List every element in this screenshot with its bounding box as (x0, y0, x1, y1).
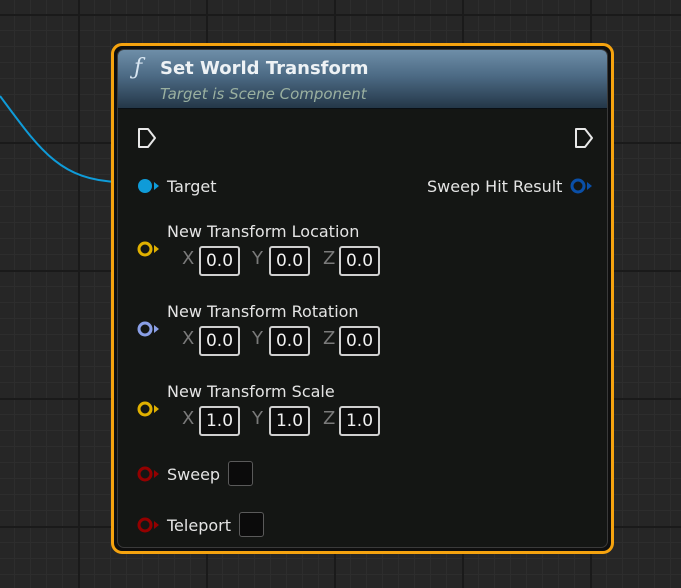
teleport-pin-icon[interactable] (136, 516, 162, 534)
teleport-checkbox[interactable] (239, 512, 264, 537)
scale-y-label: Y (252, 408, 263, 429)
exec-in-pin-icon[interactable] (137, 127, 157, 149)
location-pin-icon[interactable] (136, 240, 162, 258)
rotation-x-label: X (182, 328, 195, 349)
sweep-hit-result-pin-label: Sweep Hit Result (427, 177, 563, 196)
rotation-y-field[interactable]: 0.0 (269, 326, 310, 356)
location-z-field[interactable]: 0.0 (339, 246, 380, 276)
rotation-z-label: Z (323, 328, 336, 349)
scale-z-label: Z (323, 408, 336, 429)
scale-pin-icon[interactable] (136, 400, 162, 418)
teleport-pin-label: Teleport (167, 516, 231, 535)
location-pin-label: New Transform Location (167, 222, 360, 241)
node-subtitle: Target is Scene Component (160, 85, 367, 103)
location-y-label: Y (252, 248, 263, 269)
function-icon: ƒ (134, 55, 143, 80)
location-z-label: Z (323, 248, 336, 269)
sweep-pin-icon[interactable] (136, 465, 162, 483)
exec-out-pin-icon[interactable] (574, 127, 594, 149)
sweep-checkbox[interactable] (228, 461, 253, 486)
rotation-z-field[interactable]: 0.0 (339, 326, 380, 356)
rotation-pin-label: New Transform Rotation (167, 302, 359, 321)
node-body: ƒ Set World Transform Target is Scene Co… (117, 49, 608, 548)
location-x-label: X (182, 248, 195, 269)
scale-pin-label: New Transform Scale (167, 382, 335, 401)
blueprint-node-set-world-transform[interactable]: ƒ Set World Transform Target is Scene Co… (111, 43, 614, 554)
scale-y-field[interactable]: 1.0 (269, 406, 310, 436)
sweep-hit-result-pin-icon[interactable] (569, 177, 595, 195)
node-header[interactable]: ƒ Set World Transform Target is Scene Co… (118, 50, 607, 109)
sweep-pin-label: Sweep (167, 465, 221, 484)
target-pin-icon[interactable] (136, 177, 162, 195)
location-x-field[interactable]: 0.0 (199, 246, 240, 276)
location-y-field[interactable]: 0.0 (269, 246, 310, 276)
target-pin-label: Target (167, 177, 217, 196)
rotation-y-label: Y (252, 328, 263, 349)
scale-z-field[interactable]: 1.0 (339, 406, 380, 436)
rotation-pin-icon[interactable] (136, 320, 162, 338)
node-title: Set World Transform (160, 58, 369, 79)
rotation-x-field[interactable]: 0.0 (199, 326, 240, 356)
scale-x-label: X (182, 408, 195, 429)
scale-x-field[interactable]: 1.0 (199, 406, 240, 436)
